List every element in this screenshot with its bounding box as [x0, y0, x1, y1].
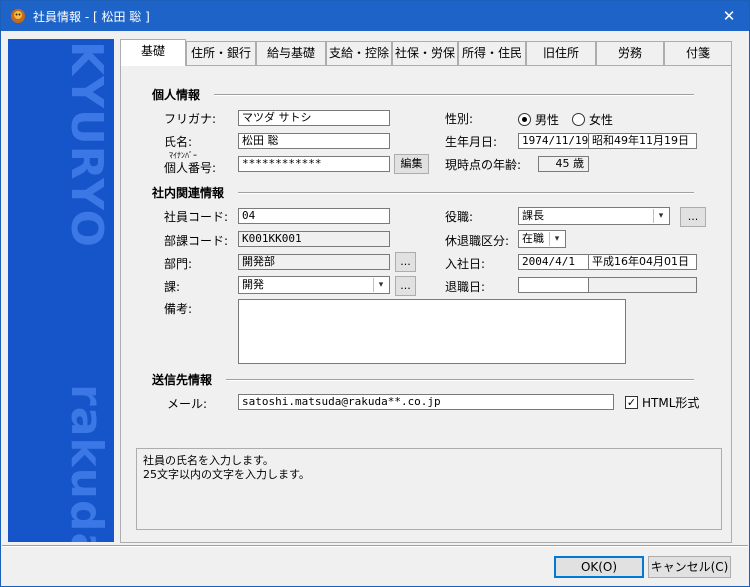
join-date-wareki: 平成16年04月01日	[588, 254, 697, 270]
help-line-1: 社員の氏名を入力します。	[143, 454, 274, 467]
mail-field[interactable]: satoshi.matsuda@rakuda**.co.jp	[238, 394, 614, 410]
employment-status-combo[interactable]: 在職 ▾	[518, 230, 566, 248]
employment-status-value: 在職	[522, 232, 544, 245]
position-select-button[interactable]: ...	[680, 207, 706, 227]
divider	[2, 545, 748, 547]
gender-male-radio[interactable]	[518, 113, 531, 126]
section-select-button[interactable]: ...	[395, 276, 416, 296]
title-bar[interactable]: 社員情報 - [ 松田 聡 ] ✕	[1, 1, 749, 31]
dept-code-label: 部課コード:	[164, 234, 229, 248]
section-label: 課:	[164, 280, 181, 294]
employee-info-window: 社員情報 - [ 松田 聡 ] ✕ KYURYO rakuda 基礎 住所・銀行…	[0, 0, 750, 587]
sidebar-logo-bottom: rakuda	[61, 384, 112, 542]
mynumber-label: 個人番号:	[164, 161, 217, 175]
section-combo-value: 開発	[242, 278, 264, 291]
leave-date-field[interactable]	[518, 277, 589, 293]
name-label: 氏名:	[164, 135, 193, 149]
section-company-title: 社内関連情報	[152, 186, 225, 200]
age-value: 45 歳	[538, 156, 589, 172]
tab-basic[interactable]: 基礎	[120, 39, 186, 66]
age-label: 現時点の年齢:	[445, 158, 522, 172]
furigana-field[interactable]: マツダ サトシ	[238, 110, 390, 126]
tab-old-address[interactable]: 旧住所	[526, 41, 596, 65]
furigana-label: フリガナ:	[164, 112, 217, 126]
employee-code-field[interactable]: 04	[238, 208, 390, 224]
department-field: 開発部	[238, 254, 390, 270]
employment-status-label: 休退職区分:	[445, 234, 510, 248]
gender-female-radio[interactable]	[572, 113, 585, 126]
sidebar-logo-panel: KYURYO rakuda	[8, 39, 114, 542]
tab-salary-basic[interactable]: 給与基礎	[256, 41, 326, 65]
divider	[214, 94, 694, 96]
cancel-button[interactable]: キャンセル(C)	[648, 556, 731, 578]
position-label: 役職:	[445, 210, 474, 224]
tab-social-insurance[interactable]: 社保・労保	[392, 41, 458, 65]
html-format-checkbox[interactable]: ✓	[625, 396, 638, 409]
chevron-down-icon[interactable]: ▾	[373, 278, 388, 292]
gender-label: 性別:	[445, 112, 474, 126]
close-icon[interactable]: ✕	[717, 5, 741, 27]
dept-code-field: K001KK001	[238, 231, 390, 247]
help-message-box: 社員の氏名を入力します。 25文字以内の文字を入力します。	[136, 448, 722, 530]
chevron-down-icon[interactable]: ▾	[653, 209, 668, 223]
camel-app-icon	[11, 9, 25, 23]
window-title: 社員情報 - [ 松田 聡 ]	[33, 10, 150, 24]
chevron-down-icon[interactable]: ▾	[549, 232, 564, 246]
tab-income-resident[interactable]: 所得・住民	[458, 41, 526, 65]
divider	[238, 192, 694, 194]
leave-date-label: 退職日:	[445, 280, 486, 294]
join-date-field[interactable]: 2004/4/1	[518, 254, 589, 270]
help-line-2: 25文字以内の文字を入力します。	[143, 468, 310, 481]
tab-labor[interactable]: 労務	[596, 41, 664, 65]
notes-textarea[interactable]	[238, 299, 626, 364]
tab-strip: 基礎 住所・銀行 給与基礎 支給・控除 社保・労保 所得・住民 旧住所 労務 付…	[120, 39, 732, 66]
sidebar-logo-top: KYURYO	[61, 41, 112, 248]
position-combo-value: 課長	[522, 209, 544, 222]
mynumber-field[interactable]: ************	[238, 156, 390, 172]
html-format-label[interactable]: HTML形式	[642, 394, 699, 411]
leave-date-wareki	[588, 277, 697, 293]
ok-button[interactable]: OK(O)	[554, 556, 644, 578]
tab-address-bank[interactable]: 住所・銀行	[186, 41, 256, 65]
section-combo[interactable]: 開発 ▾	[238, 276, 390, 294]
section-personal-title: 個人情報	[152, 88, 201, 102]
section-contact-title: 送信先情報	[152, 373, 213, 387]
employee-code-label: 社員コード:	[164, 210, 229, 224]
divider	[226, 379, 694, 381]
birthdate-field[interactable]: 1974/11/19	[518, 133, 589, 149]
birthdate-wareki: 昭和49年11月19日	[588, 133, 697, 149]
tab-sticky-note[interactable]: 付箋	[664, 41, 732, 65]
department-select-button[interactable]: ...	[395, 252, 416, 272]
gender-male-label[interactable]: 男性	[535, 111, 559, 128]
tab-payment-deduction[interactable]: 支給・控除	[326, 41, 392, 65]
position-combo[interactable]: 課長 ▾	[518, 207, 670, 225]
join-date-label: 入社日:	[445, 257, 486, 271]
notes-label: 備考:	[164, 302, 193, 316]
name-field[interactable]: 松田 聡	[238, 133, 390, 149]
edit-mynumber-button[interactable]: 編集	[394, 154, 429, 174]
gender-female-label[interactable]: 女性	[589, 111, 613, 128]
birthdate-label: 生年月日:	[445, 135, 498, 149]
department-label: 部門:	[164, 257, 193, 271]
mail-label: メール:	[167, 397, 208, 411]
